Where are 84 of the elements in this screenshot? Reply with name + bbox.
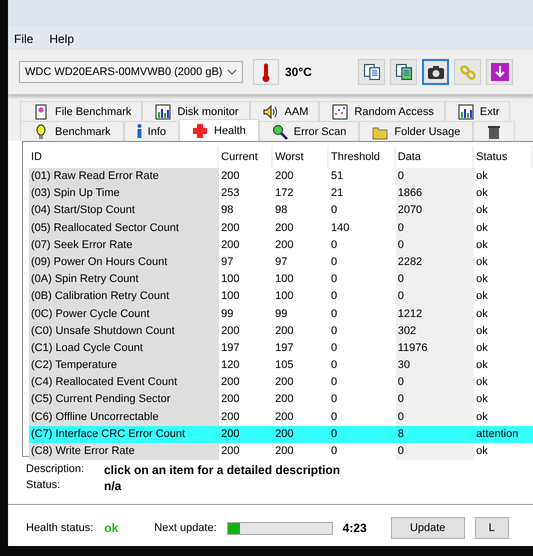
table-cell: (0B) Calibration Retry Count <box>29 288 220 306</box>
info-icon <box>136 124 142 139</box>
trash-icon <box>486 124 502 140</box>
table-cell: (07) Seek Error Rate <box>29 236 220 254</box>
health-status-value: ok <box>104 521 118 535</box>
table-cell: 0 <box>396 391 474 409</box>
table-cell: (0C) Power Cycle Count <box>29 306 220 323</box>
thermometer-icon <box>262 62 270 82</box>
table-cell: 30 <box>396 357 474 374</box>
update-button[interactable]: Update <box>390 517 465 539</box>
bar-chart-icon <box>155 104 172 120</box>
table-cell: 0 <box>396 288 474 306</box>
chevron-icon <box>227 69 237 75</box>
magnifier-icon <box>272 124 288 140</box>
table-cell: 1212 <box>396 306 474 323</box>
table-cell: (01) Raw Read Error Rate <box>29 168 220 186</box>
table-cell: 8 <box>396 426 474 443</box>
table-cell: 0 <box>329 426 396 443</box>
tab[interactable]: Health <box>179 119 259 141</box>
tab[interactable]: Extr <box>444 101 510 121</box>
status-label: Status: <box>26 479 62 493</box>
table-cell: 0 <box>396 271 474 288</box>
table-cell: (C4) Reallocated Event Count <box>29 374 220 392</box>
tab[interactable] <box>473 121 516 141</box>
table-cell: (0A) Spin Retry Count <box>29 271 220 288</box>
copy-icon <box>396 64 412 80</box>
table-cell: (03) Spin Up Time <box>29 185 220 202</box>
table-cell: (C6) Offline Uncorrectable <box>29 408 220 426</box>
table-cell: (05) Reallocated Sector Count <box>29 220 220 237</box>
file-icon <box>33 104 49 120</box>
temperature-reading: 30°C <box>285 65 312 79</box>
table-cell: (C5) Current Pending Sector <box>29 391 220 409</box>
table-cell: (C8) Write Error Rate <box>29 443 220 460</box>
bar-chart-icon <box>458 104 474 120</box>
chain-icon <box>460 64 476 80</box>
tab[interactable]: File Benchmark <box>20 101 142 121</box>
table-cell: 200 <box>273 426 330 443</box>
tab[interactable]: Random Access <box>319 101 445 121</box>
table-cell: 0 <box>396 236 474 254</box>
description-label: Description: <box>26 463 86 477</box>
thermometer-button[interactable] <box>253 59 279 85</box>
table-cell: 0 <box>396 374 474 392</box>
table-cell: attention <box>474 426 533 443</box>
table-cell: (04) Start/Stop Count <box>29 202 220 220</box>
table-cell: (C1) Load Cycle Count <box>29 340 220 358</box>
table-cell: (C2) Temperature <box>29 357 220 374</box>
countdown-time: 4:23 <box>342 521 367 535</box>
next-update-label: Next update: <box>154 522 217 534</box>
table-cell: (09) Power On Hours Count <box>29 254 220 272</box>
tab[interactable]: Benchmark <box>20 121 124 141</box>
menu-item[interactable]: File <box>14 32 34 47</box>
table-cell: 302 <box>396 322 474 340</box>
table-cell: 0 <box>396 220 474 237</box>
tab[interactable]: Info <box>124 121 179 141</box>
download-button[interactable] <box>486 59 513 85</box>
tab[interactable]: Disk monitor <box>142 101 250 121</box>
camera-icon <box>428 66 444 78</box>
tab[interactable]: Error Scan <box>258 121 360 141</box>
table-cell: 0 <box>396 443 474 460</box>
drive-dropdown[interactable]: WDC WD20EARS-00MVWB0 (2000 gB) <box>19 61 243 83</box>
table-cell: (C7) Interface CRC Error Count <box>29 426 220 443</box>
menu-item[interactable]: Help <box>49 32 74 47</box>
tab[interactable]: Folder Usage <box>359 121 474 141</box>
scatter-plot-icon <box>332 104 348 120</box>
speaker-icon <box>262 104 279 120</box>
copy-button[interactable] <box>358 59 385 85</box>
download-icon <box>490 62 510 82</box>
table-cell: (C0) Unsafe Shutdown Count <box>29 322 220 340</box>
table-cell: 1866 <box>396 185 474 202</box>
cross-icon <box>192 122 208 138</box>
copy-button[interactable] <box>390 59 417 85</box>
status-value: n/a <box>104 479 122 495</box>
description-text: click on an item for a detailed description <box>104 463 340 479</box>
table-cell: 0 <box>396 168 474 186</box>
update-button[interactable]: L <box>474 517 509 539</box>
copy-icon <box>364 64 380 80</box>
tab[interactable]: AAM <box>250 101 320 121</box>
camera-button[interactable] <box>422 59 449 85</box>
table-cell: 2282 <box>396 254 474 272</box>
table-cell: 11976 <box>396 340 474 358</box>
health-status-label: Health status: <box>26 522 94 534</box>
table-cell: 2070 <box>396 202 474 220</box>
table-cell: 200 <box>219 426 274 443</box>
table-cell: 0 <box>396 408 474 426</box>
